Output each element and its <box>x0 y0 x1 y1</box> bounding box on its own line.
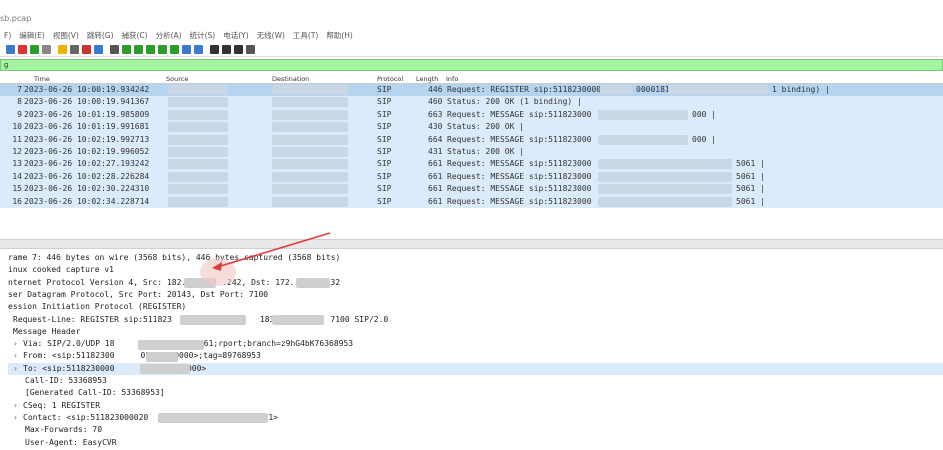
annotation-arrow-head <box>212 262 222 271</box>
annotation-arrow <box>212 232 331 271</box>
annotation-arrow-line <box>213 232 331 269</box>
